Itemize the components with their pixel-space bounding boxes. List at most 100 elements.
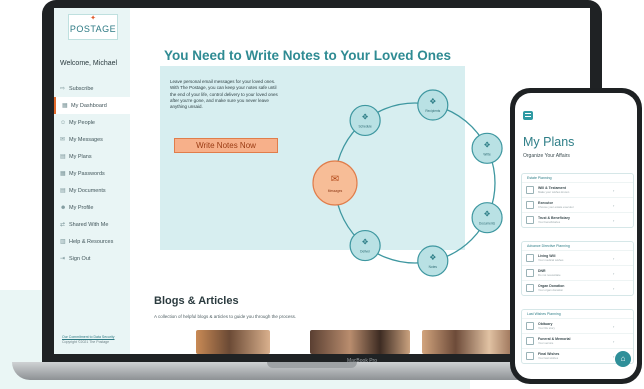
chevron-right-icon: › — [613, 338, 615, 344]
document-icon — [526, 322, 534, 330]
plan-row-desc: Make your wishes known — [538, 190, 570, 194]
heart-icon — [526, 269, 534, 277]
blog-thumbnail[interactable] — [310, 330, 410, 354]
sidebar-item-label: My Profile — [69, 204, 94, 211]
sidebar-item-label: My Plans — [69, 153, 92, 160]
phone: My Plans Organize Your Affairs Estate Pl… — [510, 88, 642, 384]
cycle-node-icon: ❖ — [429, 253, 436, 262]
sidebar-item-messages[interactable]: ✉ My Messages — [54, 131, 130, 148]
plan-row-desc: Your beneficiaries — [538, 220, 561, 224]
cycle-node-documents: ❖ Documents — [471, 202, 503, 234]
sidebar-item-dashboard[interactable]: ▦ My Dashboard — [54, 97, 130, 114]
sidebar-item-passwords[interactable]: ▦ My Passwords — [54, 165, 130, 182]
cycle-nodes: ✉ Messages ❖ Schedule ❖ Recipients ❖ Write ❖ Docu… — [312, 89, 503, 277]
sidebar-item-label: Help & Resources — [69, 238, 114, 245]
phone-subtitle: Organize Your Affairs — [523, 153, 570, 159]
sidebar-item-subscribe[interactable]: ⇨ Subscribe — [54, 80, 130, 97]
plan-row[interactable]: Funeral & Memorial Your service › — [522, 333, 633, 348]
sidebar-item-label: My Messages — [69, 136, 103, 143]
documents-icon: ▤ — [60, 188, 66, 194]
plan-row[interactable]: Executor Choose your estate executor › — [522, 197, 633, 212]
cycle-node-label: Recipients — [425, 109, 440, 113]
sidebar-item-help[interactable]: ▥ Help & Resources — [54, 233, 130, 250]
document-icon — [526, 216, 534, 224]
document-icon — [526, 186, 534, 194]
hand-icon — [526, 284, 534, 292]
plan-row[interactable]: Obituary Your life story › — [522, 318, 633, 333]
subscribe-icon: ⇨ — [60, 86, 66, 92]
cycle-node-schedule: ❖ Schedule — [349, 104, 381, 137]
star-icon — [526, 352, 534, 360]
signout-icon: ⇥ — [60, 256, 66, 262]
welcome-text: Welcome, Michael — [60, 60, 118, 67]
chevron-right-icon: › — [613, 217, 615, 223]
plan-row[interactable]: DNR Do not resuscitate › — [522, 265, 633, 280]
sidebar-item-profile[interactable]: ☻ My Profile — [54, 199, 130, 216]
chevron-right-icon: › — [613, 255, 615, 261]
sidebar-item-people[interactable]: ☺ My People — [54, 114, 130, 131]
cycle-node-icon: ❖ — [483, 140, 490, 149]
section-title: Estate Planning — [527, 176, 552, 180]
plan-row[interactable]: Living Will Your medical wishes › — [522, 250, 633, 265]
cycle-node-deliver: ❖ Deliver — [349, 229, 381, 262]
chevron-right-icon: › — [613, 270, 615, 276]
sidebar-footer: Our Commitment to Data Security Copyrigh… — [62, 335, 128, 345]
sidebar-item-label: My People — [69, 119, 95, 126]
plan-row[interactable]: Organ Donation Your organ donation › — [522, 280, 633, 295]
cycle-node-write: ❖ Write — [471, 132, 503, 164]
cycle-node-label: Messages — [328, 189, 343, 193]
menu-icon[interactable] — [523, 111, 533, 120]
laptop-notch — [267, 362, 357, 368]
plan-section-card: Advance Directive Planning Living Will Yo… — [521, 241, 634, 296]
sidebar-item-label: Sign Out — [69, 255, 91, 262]
cycle-node-icon: ❖ — [362, 238, 369, 247]
plans-icon: ▤ — [60, 154, 66, 160]
chevron-right-icon: › — [613, 187, 615, 193]
sidebar-item-documents[interactable]: ▤ My Documents — [54, 182, 130, 199]
notes-cycle-diagram: ✉ Messages ❖ Schedule ❖ Recipients ❖ Write ❖ Docu… — [312, 89, 503, 277]
cycle-node-label: Schedule — [358, 124, 372, 128]
cycle-node-icon: ✉ — [331, 174, 339, 185]
phone-screen: My Plans Organize Your Affairs Estate Pl… — [515, 93, 637, 379]
plan-row[interactable]: Trust & Beneficiary Your beneficiaries › — [522, 212, 633, 227]
sidebar-item-label: My Passwords — [69, 170, 105, 177]
phone-title: My Plans — [523, 135, 575, 149]
sidebar-item-shared[interactable]: ⇄ Shared With Me — [54, 216, 130, 233]
chevron-right-icon: › — [613, 285, 615, 291]
write-notes-button[interactable]: Write Notes Now — [174, 138, 278, 153]
plan-row-desc: Do not resuscitate — [538, 273, 561, 277]
messages-icon: ✉ — [60, 137, 66, 143]
sidebar-item-plans[interactable]: ▤ My Plans — [54, 148, 130, 165]
blogs-subtitle: A collection of helpful blogs & articles… — [154, 314, 297, 319]
logo[interactable]: ✦ POSTAGE — [68, 14, 118, 40]
dashboard-icon: ▦ — [62, 103, 68, 109]
sidebar-nav: ⇨ Subscribe ▦ My Dashboard ☺ My People ✉ My … — [54, 80, 130, 267]
sidebar-item-label: Subscribe — [69, 85, 94, 92]
sidebar-item-label: My Dashboard — [71, 102, 107, 109]
sidebar-item-signout[interactable]: ⇥ Sign Out — [54, 250, 130, 267]
plan-section-card: Estate Planning Will & Testament Make you… — [521, 173, 634, 228]
blog-thumbnail[interactable] — [196, 330, 270, 354]
section-title: Advance Directive Planning — [527, 244, 570, 248]
page-title: You Need to Write Notes to Your Loved On… — [164, 48, 452, 63]
cycle-node-icon: ❖ — [429, 97, 436, 106]
help-icon: ▥ — [60, 239, 66, 245]
passwords-icon: ▦ — [60, 171, 66, 177]
people-icon: ☺ — [60, 119, 67, 126]
plan-row-desc: Choose your estate executor — [538, 205, 574, 209]
plan-row[interactable]: Will & Testament Make your wishes known › — [522, 182, 633, 197]
blog-thumbnail[interactable] — [422, 330, 518, 354]
cycle-node-notes: ❖ Notes — [417, 245, 449, 277]
shared-icon: ⇄ — [60, 222, 66, 228]
blogs-title: Blogs & Articles — [154, 295, 239, 307]
plan-row-desc: Your service — [538, 341, 554, 345]
home-button[interactable]: ⌂ — [615, 351, 631, 367]
stethoscope-icon — [526, 254, 534, 262]
logo-mark-icon: ✦ — [90, 15, 96, 22]
flower-icon — [526, 337, 534, 345]
sidebar: ✦ POSTAGE Welcome, Michael ⇨ Subscribe ▦ M… — [54, 8, 130, 354]
profile-icon: ☻ — [60, 204, 67, 211]
copyright-text: Copyright ©2021 The Postage — [62, 340, 110, 344]
chevron-right-icon: › — [613, 202, 615, 208]
document-icon — [526, 201, 534, 209]
